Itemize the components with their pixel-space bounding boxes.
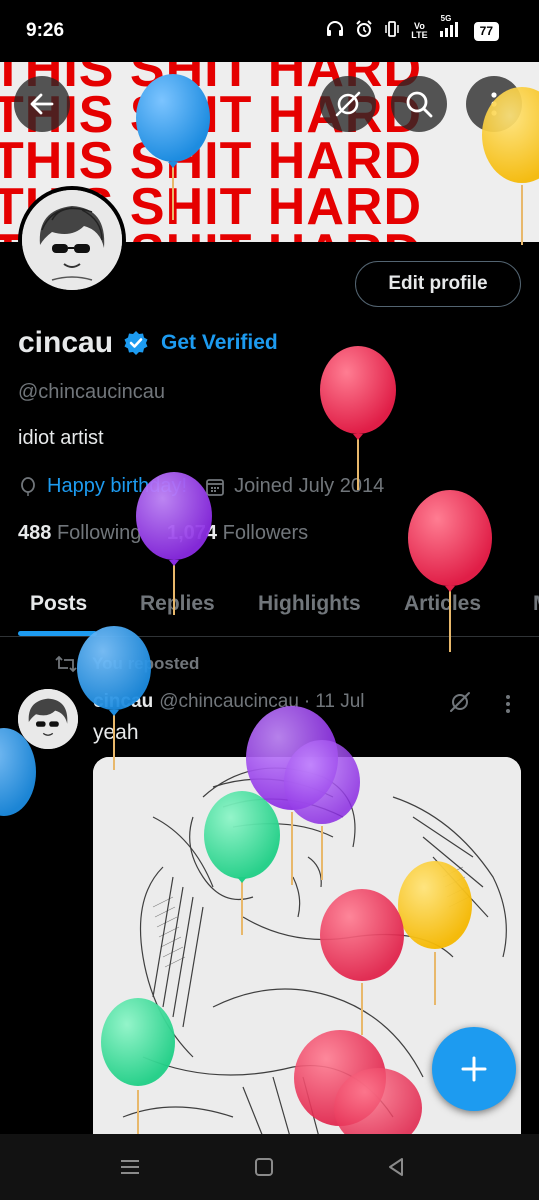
display-name: cincau bbox=[18, 326, 114, 359]
compose-post-button[interactable] bbox=[432, 1027, 516, 1111]
square-icon bbox=[255, 1158, 273, 1176]
profile-name-row: cincau Get Verified bbox=[18, 326, 278, 360]
get-verified-link[interactable]: Get Verified bbox=[161, 331, 278, 355]
tab-highlights[interactable]: Highlights bbox=[258, 592, 361, 616]
post-text: yeah bbox=[93, 721, 139, 744]
grok-icon bbox=[335, 91, 361, 117]
status-time: 9:26 bbox=[26, 20, 65, 41]
repost-indicator: You reposted bbox=[54, 654, 199, 674]
headphones-icon bbox=[326, 21, 344, 41]
followers-link[interactable]: 1,074 Followers bbox=[167, 522, 308, 544]
back-nav-button[interactable] bbox=[381, 1154, 411, 1180]
avatar-drawing bbox=[22, 190, 122, 290]
post-handle[interactable]: @chincaucincau bbox=[159, 691, 299, 713]
birthday-link[interactable]: Happy birthday! bbox=[47, 475, 187, 498]
tab-media[interactable]: M bbox=[533, 592, 539, 616]
following-link[interactable]: 488 Following bbox=[18, 522, 141, 544]
volte-label: Vo LTE bbox=[411, 21, 428, 40]
followers-count: 1,074 bbox=[166, 522, 218, 544]
alarm-icon bbox=[355, 20, 373, 42]
profile-handle: @chincaucincau bbox=[18, 381, 166, 403]
tab-posts[interactable]: Posts bbox=[30, 592, 87, 616]
follow-stats: 488 Following 1,074 Followers bbox=[18, 522, 308, 545]
grok-icon[interactable] bbox=[448, 690, 472, 714]
triangle-back-icon bbox=[389, 1158, 403, 1176]
arrow-left-icon bbox=[30, 93, 54, 115]
more-vertical-icon bbox=[491, 92, 497, 116]
back-button[interactable] bbox=[14, 76, 70, 132]
status-icons: Vo LTE 5G 77 bbox=[326, 14, 499, 42]
followers-label: Followers bbox=[222, 522, 309, 544]
recent-apps-button[interactable] bbox=[115, 1154, 145, 1180]
edit-profile-button[interactable]: Edit profile bbox=[355, 261, 521, 307]
post-avatar[interactable] bbox=[18, 689, 78, 749]
profile-tabs: Posts Replies Highlights Articles M bbox=[0, 575, 539, 637]
repost-icon bbox=[55, 655, 77, 673]
more-vertical-icon[interactable] bbox=[498, 692, 518, 716]
menu-lines-icon bbox=[121, 1160, 139, 1174]
search-button[interactable] bbox=[391, 76, 447, 132]
more-button[interactable] bbox=[466, 76, 522, 132]
profile-meta-row: Happy birthday! Joined July 2014 bbox=[18, 475, 384, 498]
plus-icon bbox=[461, 1056, 487, 1082]
verified-badge-icon[interactable] bbox=[123, 330, 149, 356]
avatar-drawing bbox=[18, 689, 78, 749]
reposted-label: You reposted bbox=[92, 654, 200, 673]
status-bar: 9:26 Vo LTE 5G 77 bbox=[0, 0, 539, 62]
balloon-red bbox=[320, 346, 396, 490]
system-navigation-bar bbox=[0, 1134, 539, 1200]
signal-icon: 5G bbox=[439, 14, 463, 41]
balloon-icon bbox=[21, 476, 35, 496]
home-button[interactable] bbox=[249, 1154, 279, 1180]
calendar-icon bbox=[206, 478, 224, 496]
tab-articles[interactable]: Articles bbox=[404, 592, 481, 616]
post-timestamp: 11 Jul bbox=[315, 691, 365, 712]
post-author[interactable]: cincau bbox=[93, 691, 153, 713]
vibrate-icon bbox=[384, 20, 400, 42]
following-label: Following bbox=[56, 522, 142, 544]
tab-replies[interactable]: Replies bbox=[140, 592, 215, 616]
battery-indicator: 77 bbox=[473, 21, 499, 41]
search-icon bbox=[406, 91, 433, 118]
post-header: cincau @chincaucincau · 11 Jul bbox=[93, 691, 365, 713]
post-separator: · bbox=[303, 691, 311, 712]
active-tab-indicator bbox=[18, 631, 97, 636]
network-type-label: 5G bbox=[440, 14, 452, 23]
joined-date: Joined July 2014 bbox=[234, 475, 385, 497]
profile-avatar[interactable] bbox=[18, 186, 126, 294]
profile-bio: idiot artist bbox=[18, 427, 104, 449]
grok-button[interactable] bbox=[320, 76, 376, 132]
following-count: 488 bbox=[18, 522, 52, 544]
